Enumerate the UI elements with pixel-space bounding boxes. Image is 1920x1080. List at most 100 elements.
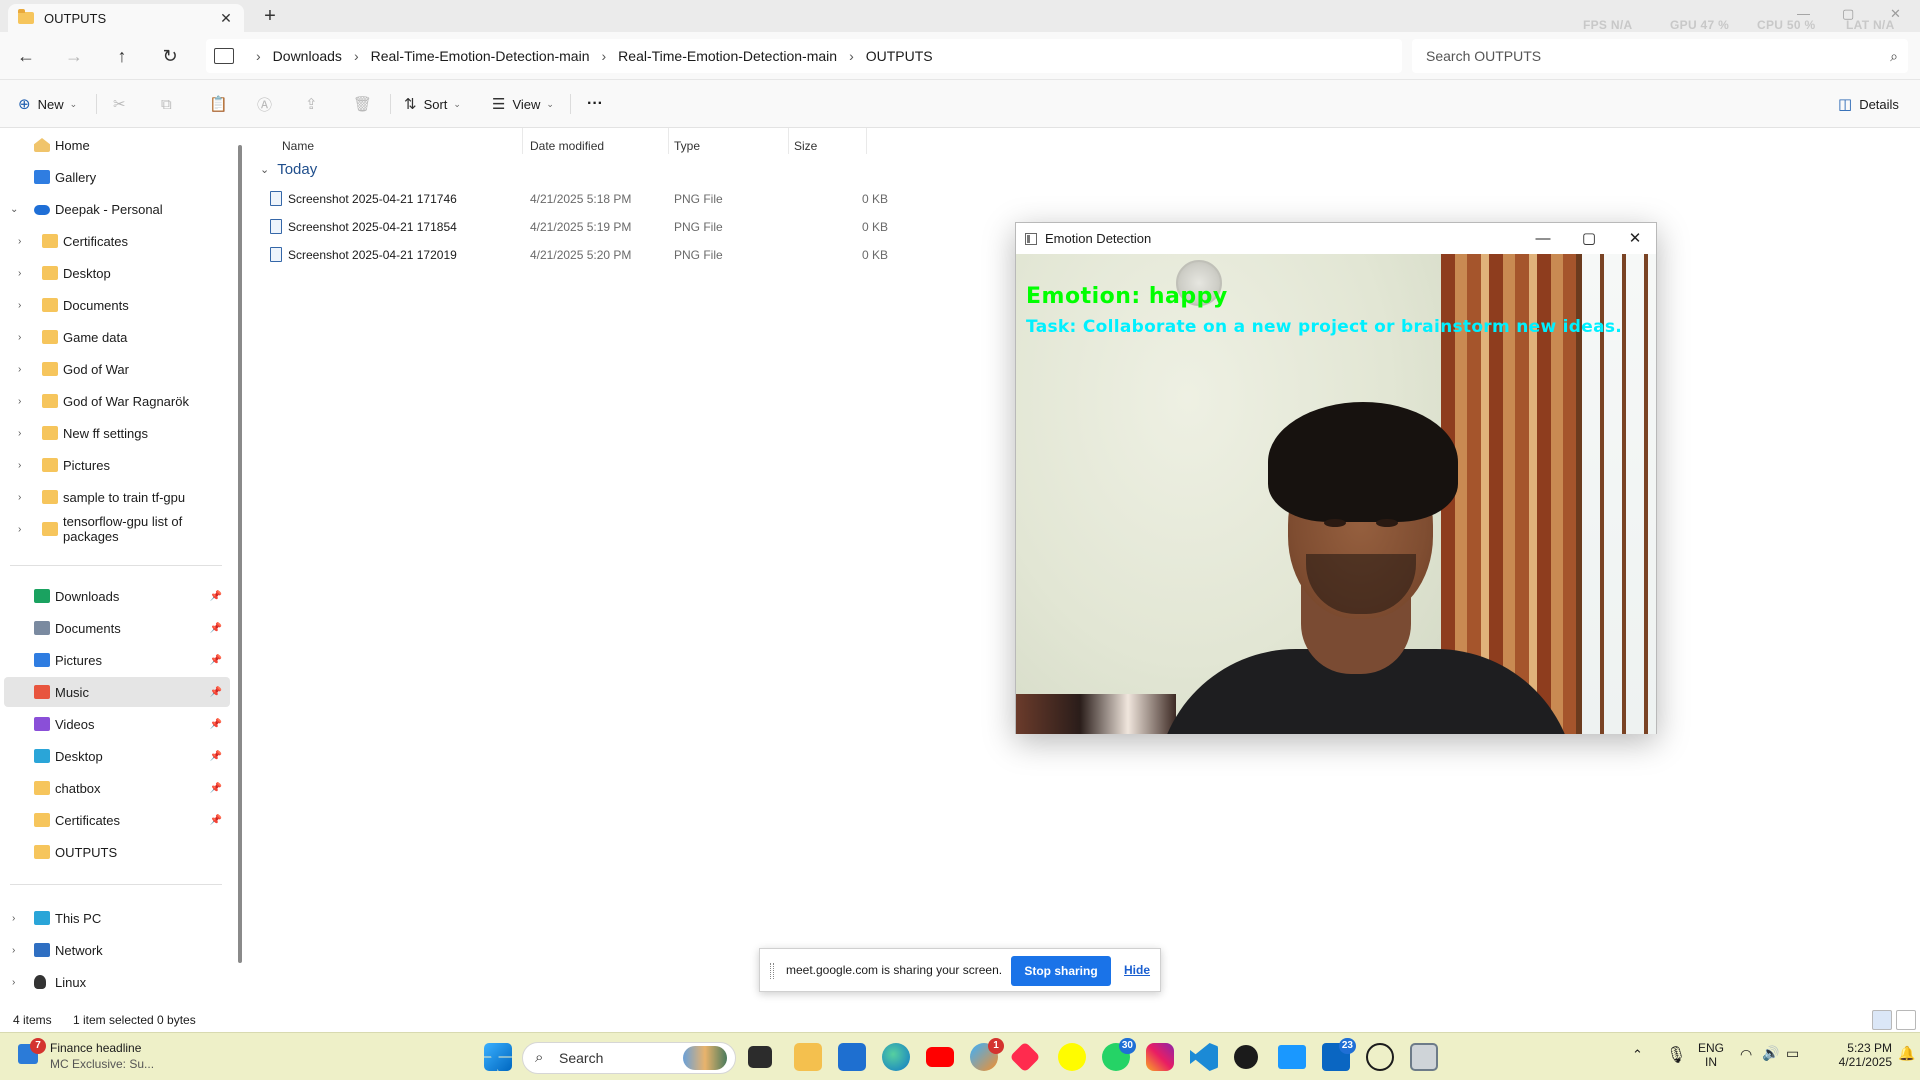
chevron-down-icon[interactable]: ⌄	[10, 204, 18, 215]
refresh-button[interactable]: ↻	[156, 44, 184, 68]
paste-button[interactable]: 📋	[209, 92, 235, 116]
chevron-right-icon[interactable]: ›	[18, 396, 21, 407]
column-divider[interactable]	[522, 128, 523, 154]
sidebar-item-network[interactable]: › Network	[0, 935, 230, 965]
up-button[interactable]: ↑	[108, 44, 136, 68]
chevron-right-icon[interactable]: ›	[18, 460, 21, 471]
column-header-date[interactable]: Date modified	[530, 134, 604, 158]
python-window-icon[interactable]	[1410, 1043, 1438, 1071]
close-button[interactable]: ✕	[1612, 223, 1658, 254]
wifi-icon[interactable]: ◠	[1740, 1046, 1752, 1063]
nav-scrollbar[interactable]	[238, 145, 242, 963]
prime-video-icon[interactable]	[1278, 1045, 1306, 1069]
delete-button[interactable]: 🗑	[353, 92, 379, 116]
view-button[interactable]: ☰ View ⌄	[492, 92, 554, 116]
stop-sharing-button[interactable]: Stop sharing	[1011, 956, 1111, 986]
chevron-right-icon[interactable]: ›	[18, 300, 21, 311]
taskbar-search[interactable]: ⌕ Search	[522, 1042, 736, 1074]
breadcrumb[interactable]: › Downloads › Real-Time-Emotion-Detectio…	[206, 39, 1402, 73]
chevron-right-icon[interactable]: ›	[12, 913, 15, 924]
start-windows-icon[interactable]	[484, 1043, 512, 1071]
youtube-icon[interactable]	[926, 1047, 954, 1067]
sidebar-item-onedrive-folder[interactable]: › Game data	[0, 322, 230, 352]
sidebar-item-onedrive[interactable]: ⌄ Deepak - Personal	[0, 194, 230, 224]
sidebar-item-onedrive-folder[interactable]: › God of War Ragnarök	[0, 386, 230, 416]
snapchat-icon[interactable]	[1058, 1043, 1086, 1071]
close-window-button[interactable]: ✕	[1890, 6, 1901, 22]
breadcrumb-project[interactable]: Real-Time-Emotion-Detection-main	[371, 48, 590, 64]
chevron-right-icon[interactable]: ›	[18, 364, 21, 375]
drag-handle[interactable]	[770, 963, 774, 979]
more-options-button[interactable]: ···	[587, 92, 603, 116]
forward-button[interactable]: →	[60, 44, 88, 68]
sidebar-item-onedrive-folder[interactable]: › Desktop	[0, 258, 230, 288]
column-header-size[interactable]: Size	[794, 134, 817, 158]
pin-icon[interactable]: 📌	[210, 591, 222, 602]
tab-outputs[interactable]: OUTPUTS ✕	[8, 4, 244, 32]
table-row[interactable]: Screenshot 2025-04-21 171854 4/21/2025 5:…	[268, 213, 1114, 241]
language-indicator[interactable]: ENG IN	[1698, 1041, 1724, 1069]
chevron-right-icon[interactable]: ›	[18, 428, 21, 439]
new-button[interactable]: ⊕ New ⌄	[18, 92, 77, 116]
chatgpt-icon[interactable]	[1366, 1043, 1394, 1071]
sidebar-item-onedrive-folder[interactable]: › tensorflow-gpu list of packages	[0, 514, 230, 544]
column-divider[interactable]	[668, 128, 669, 154]
details-button[interactable]: ◫ Details	[1838, 92, 1899, 116]
search-input[interactable]: Search OUTPUTS ⌕	[1412, 39, 1908, 73]
pin-icon[interactable]: 📌	[210, 623, 222, 634]
column-header-name[interactable]: Name	[282, 134, 314, 158]
pin-icon[interactable]: 📌	[210, 719, 222, 730]
emotion-detection-window[interactable]: Emotion Detection — ▢ ✕ Emotion: happy T…	[1015, 222, 1657, 734]
sidebar-item-downloads[interactable]: Downloads 📌	[0, 581, 230, 611]
hide-button[interactable]: Hide	[1124, 963, 1150, 977]
breadcrumb-outputs[interactable]: OUTPUTS	[866, 48, 933, 64]
linkedin-icon[interactable]: 23	[1322, 1038, 1356, 1071]
column-divider[interactable]	[866, 128, 867, 154]
sidebar-item-onedrive-folder[interactable]: › Certificates	[0, 226, 230, 256]
maximize-button[interactable]: ▢	[1566, 223, 1612, 254]
tiles-view-button[interactable]	[1896, 1010, 1916, 1030]
sidebar-item-onedrive-folder[interactable]: › New ff settings	[0, 418, 230, 448]
close-tab-button[interactable]: ✕	[216, 8, 236, 28]
vscode-icon[interactable]	[1190, 1043, 1218, 1071]
notification-bell-icon[interactable]: 🔔	[1898, 1045, 1915, 1062]
edge-browser-icon[interactable]	[882, 1043, 910, 1071]
chevron-right-icon[interactable]: ›	[18, 332, 21, 343]
chevron-right-icon[interactable]: ›	[18, 236, 21, 247]
cut-button[interactable]: ✂	[113, 92, 133, 116]
breadcrumb-downloads[interactable]: Downloads	[273, 48, 342, 64]
sidebar-item-home[interactable]: Home	[0, 130, 230, 160]
sidebar-item-onedrive-folder[interactable]: › God of War	[0, 354, 230, 384]
sidebar-item-this-pc[interactable]: › This PC	[0, 903, 230, 933]
pin-icon[interactable]: 📌	[210, 687, 222, 698]
sort-button[interactable]: ⇅ Sort ⌄	[404, 92, 461, 116]
sidebar-item-onedrive-folder[interactable]: › sample to train tf-gpu	[0, 482, 230, 512]
pin-icon[interactable]: 📌	[210, 655, 222, 666]
chevron-right-icon[interactable]: ›	[12, 945, 15, 956]
sidebar-item-onedrive-folder[interactable]: › Pictures	[0, 450, 230, 480]
copilot-icon[interactable]: 1	[970, 1038, 1004, 1071]
breadcrumb-project-inner[interactable]: Real-Time-Emotion-Detection-main	[618, 48, 837, 64]
sidebar-item-music[interactable]: Music 📌	[4, 677, 230, 707]
maximize-button[interactable]: ▢	[1842, 6, 1854, 22]
table-row[interactable]: Screenshot 2025-04-21 171746 4/21/2025 5:…	[268, 185, 1114, 213]
table-row[interactable]: Screenshot 2025-04-21 172019 4/21/2025 5:…	[268, 241, 1114, 269]
column-divider[interactable]	[788, 128, 789, 154]
task-view-icon[interactable]	[748, 1046, 772, 1068]
rename-button[interactable]: Ⓐ	[257, 92, 279, 116]
new-tab-button[interactable]: +	[258, 5, 282, 29]
sidebar-item-videos[interactable]: Videos 📌	[0, 709, 230, 739]
column-header-type[interactable]: Type	[674, 134, 700, 158]
instagram-icon[interactable]	[1146, 1043, 1174, 1071]
sidebar-item-documents[interactable]: Documents 📌	[0, 613, 230, 643]
share-button[interactable]: ⇪	[305, 92, 325, 116]
whatsapp-icon[interactable]: 30	[1102, 1038, 1136, 1071]
emotion-window-titlebar[interactable]: Emotion Detection — ▢ ✕	[1016, 223, 1656, 254]
chevron-right-icon[interactable]: ›	[12, 977, 15, 988]
details-view-button[interactable]	[1872, 1010, 1892, 1030]
sidebar-item-chatbox[interactable]: chatbox 📌	[0, 773, 230, 803]
minimize-button[interactable]: —	[1797, 6, 1810, 21]
chevron-up-icon[interactable]: ⌃	[1632, 1047, 1643, 1063]
sidebar-item-linux[interactable]: › Linux	[0, 967, 230, 997]
file-explorer-icon[interactable]	[794, 1043, 822, 1071]
